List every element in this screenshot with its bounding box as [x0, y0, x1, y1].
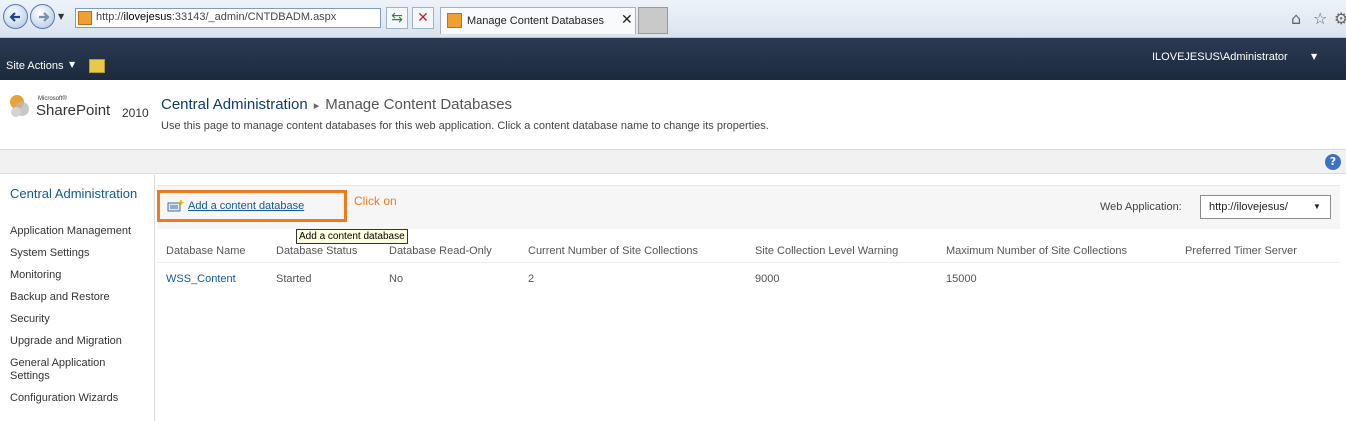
nav-item-monitoring[interactable]: Monitoring	[10, 269, 150, 282]
tab-favicon-icon	[447, 13, 462, 28]
breadcrumb: Central Administration ▸ Manage Content Da…	[161, 96, 512, 113]
column-header-database-name[interactable]: Database Name	[166, 245, 246, 257]
forward-arrow-icon	[39, 12, 50, 22]
column-header-site-collection-warning[interactable]: Site Collection Level Warning	[755, 245, 898, 257]
user-menu[interactable]: ILOVEJESUS\Administrator	[1152, 51, 1288, 63]
nav-item-configuration-wizards[interactable]: Configuration Wizards	[10, 392, 150, 405]
breadcrumb-separator-icon: ▸	[313, 100, 320, 112]
chevron-down-icon: ▼	[1313, 202, 1321, 211]
tab-title: Manage Content Databases	[467, 15, 604, 27]
column-header-database-read-only[interactable]: Database Read-Only	[389, 245, 492, 257]
column-header-preferred-timer-server[interactable]: Preferred Timer Server	[1185, 245, 1297, 257]
help-icon[interactable]: ?	[1325, 154, 1341, 170]
header-divider	[157, 262, 1340, 263]
address-url[interactable]: http://ilovejesus:33143/_admin/CNTDBADM.…	[96, 11, 336, 23]
history-dropdown-icon[interactable]: ▼	[58, 12, 64, 21]
quick-launch: Central Administration Application Manag…	[0, 175, 155, 421]
logo-version: 2010	[122, 106, 149, 120]
browser-tab[interactable]: Manage Content Databases ✕	[440, 7, 636, 34]
stop-button[interactable]: ✕	[412, 7, 434, 29]
nav-item-application-management[interactable]: Application Management	[10, 225, 150, 238]
annotation-highlight-box	[157, 190, 347, 222]
cell-database-status: Started	[276, 273, 312, 285]
favorites-star-icon[interactable]: ☆	[1313, 9, 1327, 28]
help-strip: ?	[0, 150, 1346, 174]
tooltip: Add a content database	[296, 229, 408, 244]
address-bar[interactable]: http://ilovejesus:33143/_admin/CNTDBADM.…	[75, 8, 452, 28]
navigate-up-icon[interactable]	[89, 59, 105, 73]
cell-site-collection-warning: 9000	[755, 273, 780, 285]
sharepoint-logo-icon	[10, 95, 29, 117]
cell-max-site-collections: 15000	[946, 273, 977, 285]
site-favicon-icon	[78, 11, 92, 25]
cell-current-site-collections: 2	[528, 273, 535, 285]
nav-item-security[interactable]: Security	[10, 313, 150, 326]
web-application-selector[interactable]: http://ilovejesus/ ▼	[1200, 195, 1331, 219]
nav-item-upgrade-migration[interactable]: Upgrade and Migration	[10, 335, 150, 348]
back-arrow-icon	[9, 12, 20, 22]
refresh-button[interactable]: ⇆	[386, 7, 408, 29]
page-description: Use this page to manage content database…	[161, 120, 769, 132]
nav-item-general-application-settings[interactable]: General Application Settings	[10, 357, 135, 383]
chevron-down-icon[interactable]: ▼	[69, 60, 75, 69]
breadcrumb-root-link[interactable]: Central Administration	[161, 96, 308, 113]
nav-item-system-settings[interactable]: System Settings	[10, 247, 150, 260]
annotation-click-on: Click on	[354, 194, 397, 208]
browser-toolbar: ▼ http://ilovejesus:33143/_admin/CNTDBAD…	[0, 0, 1346, 38]
column-header-current-site-collections[interactable]: Current Number of Site Collections	[528, 245, 698, 257]
stop-icon: ✕	[417, 10, 429, 26]
nav-item-backup-restore[interactable]: Backup and Restore	[10, 291, 150, 304]
site-actions-menu[interactable]: Site Actions	[6, 60, 63, 72]
gear-icon[interactable]: ⚙	[1334, 9, 1346, 28]
database-name-link[interactable]: WSS_Content	[166, 273, 236, 285]
cell-database-read-only: No	[389, 273, 404, 285]
web-application-label: Web Application:	[1100, 201, 1182, 213]
column-header-max-site-collections[interactable]: Maximum Number of Site Collections	[946, 245, 1127, 257]
chevron-down-icon[interactable]: ▼	[1311, 52, 1317, 61]
web-application-value: http://ilovejesus/	[1209, 201, 1288, 213]
home-icon[interactable]: ⌂	[1291, 9, 1301, 28]
nav-header-central-administration[interactable]: Central Administration	[10, 186, 150, 202]
logo-product: SharePoint	[36, 102, 111, 119]
forward-button[interactable]	[30, 4, 55, 29]
refresh-icon: ⇆	[391, 10, 403, 26]
close-tab-icon[interactable]: ✕	[621, 12, 633, 28]
column-header-database-status[interactable]: Database Status	[276, 245, 357, 257]
new-tab-button[interactable]	[638, 7, 668, 34]
page-title: Manage Content Databases	[325, 96, 513, 113]
back-button[interactable]	[3, 4, 28, 29]
sharepoint-logo[interactable]: Microsoft® SharePoint 2010	[8, 92, 153, 132]
sharepoint-ribbon: Site Actions ▼ ILOVEJESUS\Administrator …	[0, 38, 1346, 80]
title-area: Microsoft® SharePoint 2010 Central Admin…	[0, 80, 1346, 150]
